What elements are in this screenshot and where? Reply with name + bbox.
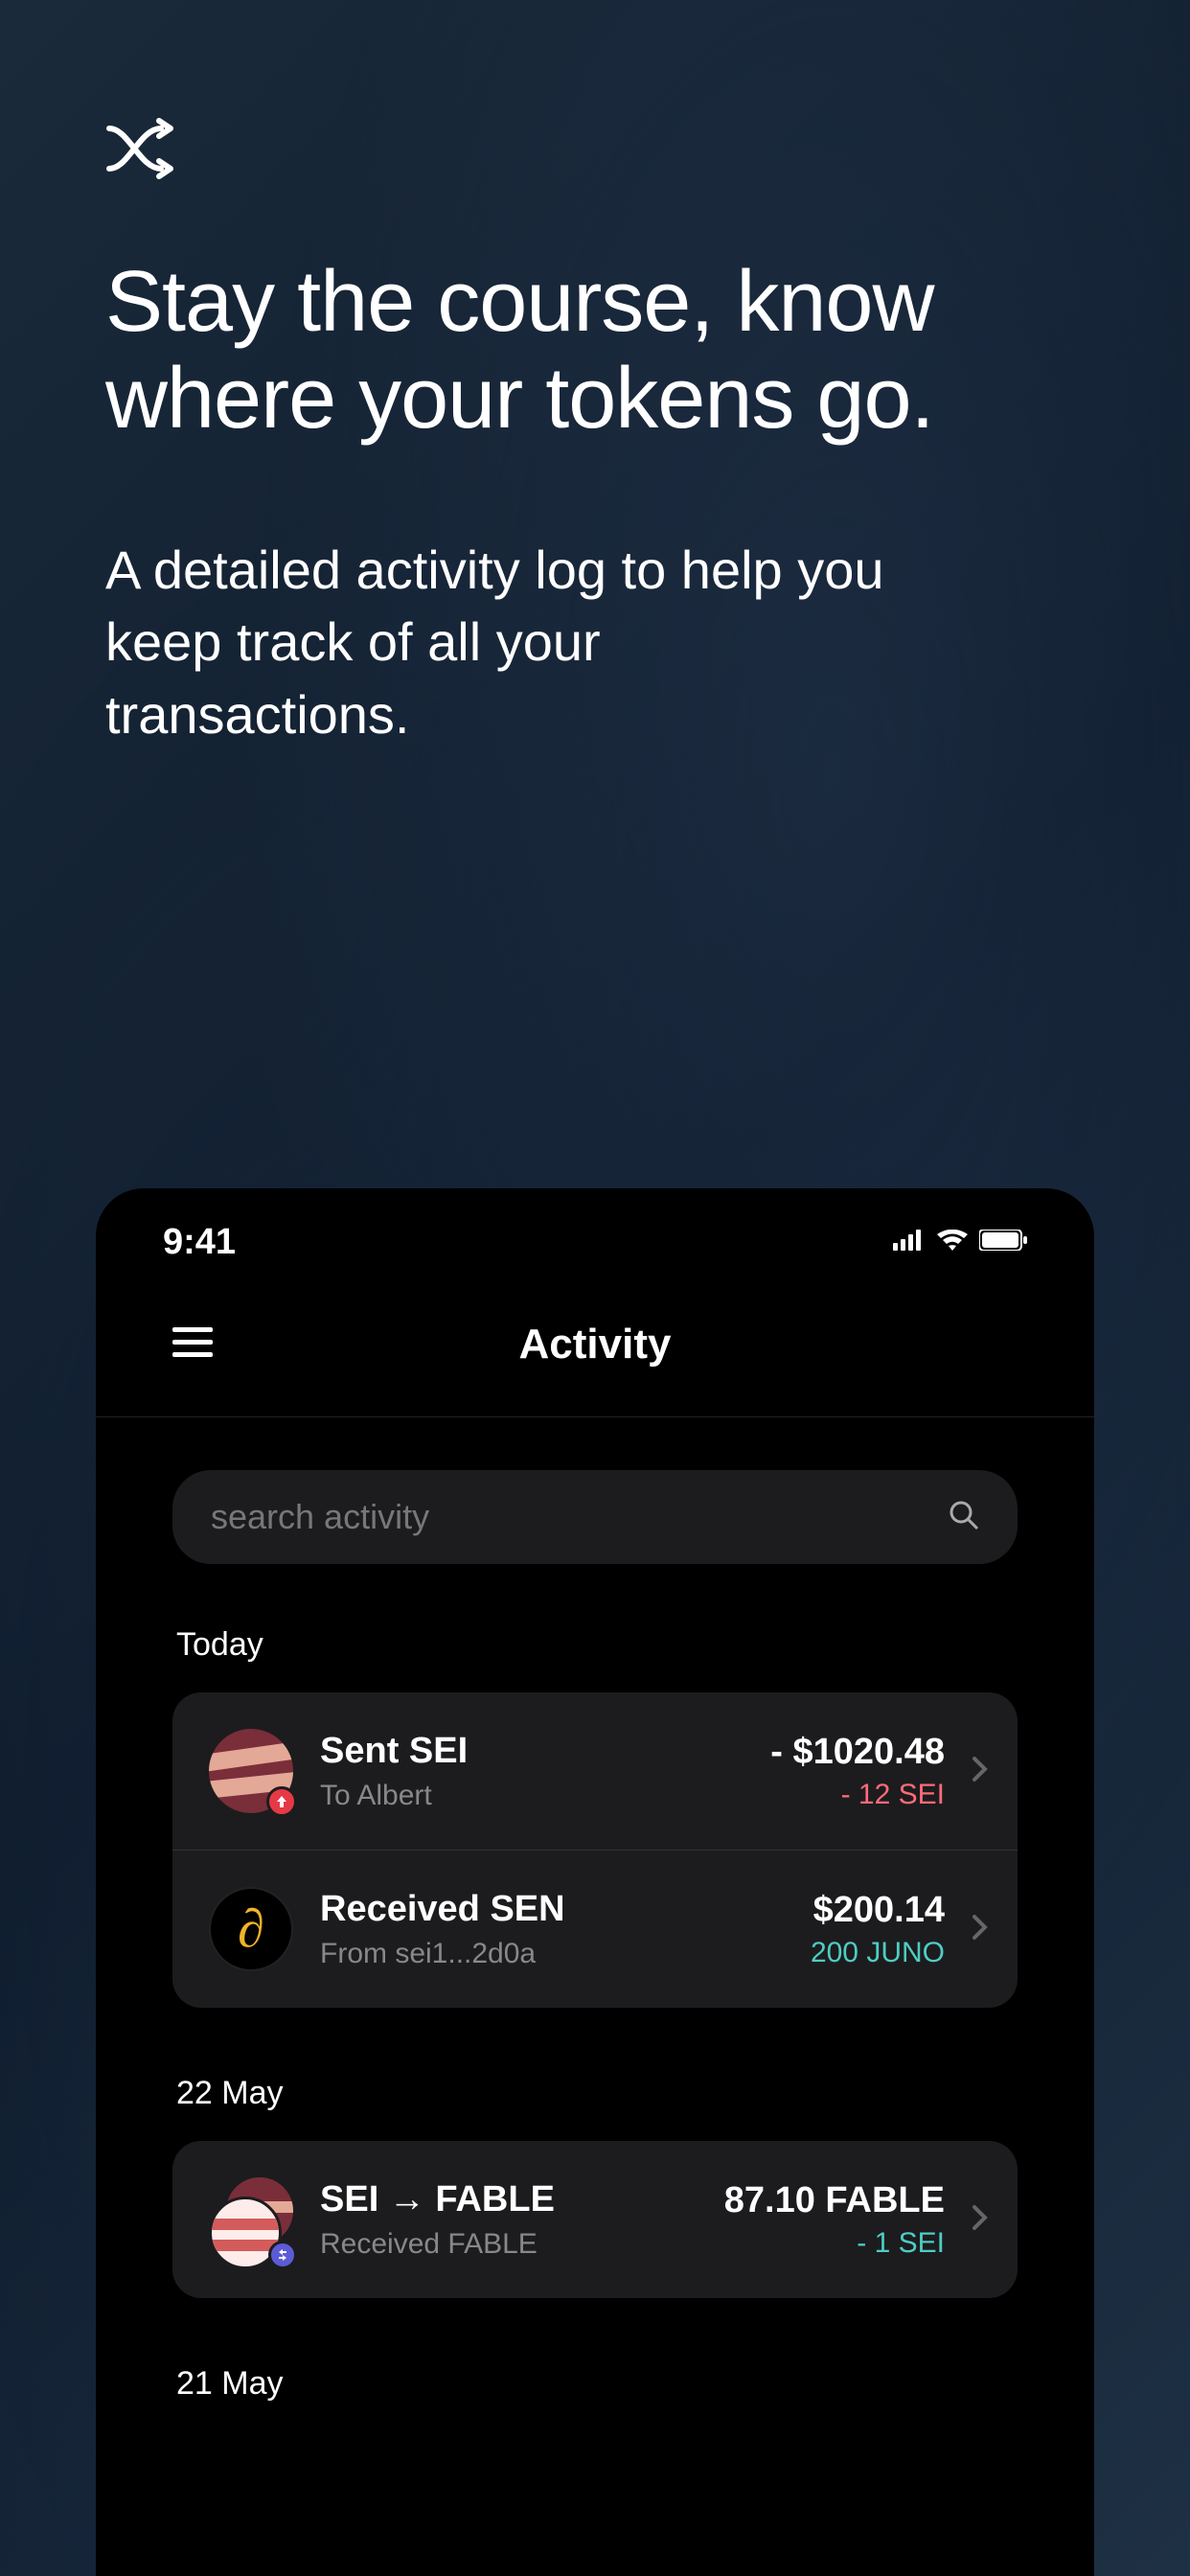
shuffle-icon [105, 115, 1085, 187]
activity-subtitle: From sei1...2d0a [320, 1938, 784, 1970]
section-label: 21 May [172, 2365, 1018, 2403]
section-label: Today [172, 1626, 1018, 1664]
signal-icon [893, 1230, 926, 1255]
amount-secondary: - 1 SEI [724, 2227, 945, 2260]
token-sei-icon [209, 1729, 293, 1813]
app-header: Activity [96, 1287, 1094, 1417]
token-sen-icon: ∂ [209, 1887, 293, 1971]
amount-primary: $200.14 [811, 1890, 945, 1931]
section-label: 22 May [172, 2075, 1018, 2112]
activity-card: Sent SEI To Albert - $1020.48 - 12 SEI ∂… [172, 1692, 1018, 2008]
search-input[interactable] [211, 1497, 949, 1537]
activity-subtitle: To Albert [320, 1780, 744, 1812]
statusbar-time: 9:41 [163, 1222, 236, 1263]
statusbar: 9:41 [96, 1188, 1094, 1287]
activity-card: SEI → FABLE Received FABLE 87.10 FABLE -… [172, 2141, 1018, 2298]
token-swap-icon [209, 2177, 293, 2262]
swap-badge-icon [268, 2241, 297, 2269]
activity-row[interactable]: SEI → FABLE Received FABLE 87.10 FABLE -… [172, 2141, 1018, 2298]
activity-title: Sent SEI [320, 1731, 744, 1772]
marketing-headline: Stay the course, know where your tokens … [105, 254, 1085, 448]
activity-title: Received SEN [320, 1889, 784, 1930]
marketing-subhead: A detailed activity log to help you keep… [105, 534, 891, 751]
chevron-right-icon [972, 2204, 989, 2236]
amount-primary: - $1020.48 [770, 1732, 945, 1773]
activity-row[interactable]: ∂ Received SEN From sei1...2d0a $200.14 … [172, 1850, 1018, 2008]
search-bar[interactable] [172, 1470, 1018, 1564]
chevron-right-icon [972, 1914, 989, 1945]
amount-secondary: 200 JUNO [811, 1937, 945, 1969]
amount-primary: 87.10 FABLE [724, 2180, 945, 2221]
activity-title: SEI → FABLE [320, 2179, 698, 2220]
battery-icon [979, 1230, 1027, 1255]
page-title: Activity [172, 1321, 1018, 1368]
search-icon [949, 1500, 979, 1535]
sent-badge-icon [266, 1786, 297, 1817]
activity-subtitle: Received FABLE [320, 2228, 698, 2261]
wifi-icon [937, 1230, 968, 1255]
amount-secondary: - 12 SEI [770, 1779, 945, 1811]
chevron-right-icon [972, 1756, 989, 1787]
activity-row[interactable]: Sent SEI To Albert - $1020.48 - 12 SEI [172, 1692, 1018, 1850]
phone-mockup: 9:41 Activity Today [96, 1188, 1094, 2576]
